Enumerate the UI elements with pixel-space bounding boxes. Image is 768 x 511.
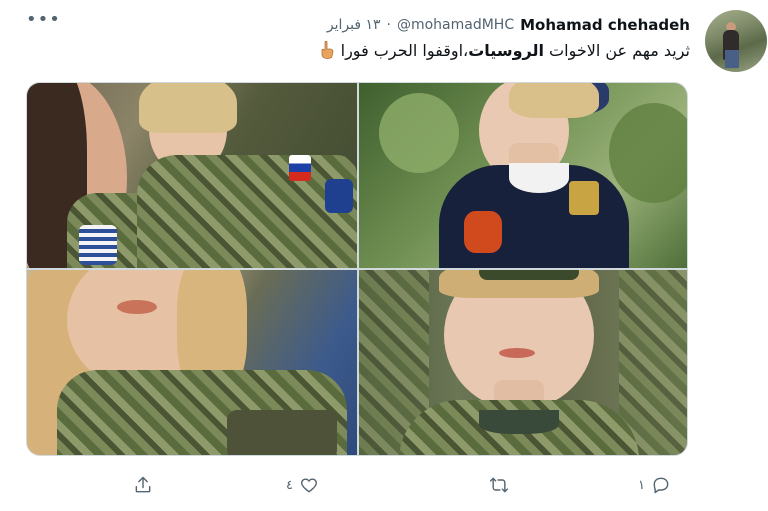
tweet-actions: ١ ٤ xyxy=(0,470,768,500)
heart-icon xyxy=(301,478,317,493)
reply-icon xyxy=(653,477,669,494)
point-down-hand-icon xyxy=(321,41,333,59)
handle[interactable]: @mohamadMHC xyxy=(397,17,514,33)
timestamp[interactable]: ١٣ فبراير xyxy=(327,17,381,33)
avatar[interactable] xyxy=(705,10,767,72)
tweet[interactable]: ••• Mohamad chehadeh @mohamadMHC · ١٣ فب… xyxy=(0,0,768,511)
photo-3[interactable] xyxy=(27,270,357,455)
like-button[interactable]: ٤ xyxy=(286,472,319,498)
photo-1[interactable] xyxy=(27,83,357,268)
retweet-icon xyxy=(489,477,509,493)
tweet-header: Mohamad chehadeh @mohamadMHC · ١٣ فبراير xyxy=(327,14,690,36)
like-count: ٤ xyxy=(286,477,293,493)
tweet-text-part1: ثريد مهم عن الاخوات xyxy=(543,41,690,60)
avatar-legs xyxy=(725,50,739,68)
tweet-text-bold: الروسيات xyxy=(468,41,544,60)
display-name[interactable]: Mohamad chehadeh xyxy=(520,16,690,34)
tweet-text: ثريد مهم عن الاخوات الروسيات،اوقفوا الحر… xyxy=(90,40,690,62)
retweet-button[interactable] xyxy=(483,472,509,498)
media-grid xyxy=(26,82,688,456)
reply-count: ١ xyxy=(638,477,645,493)
share-button[interactable] xyxy=(133,472,153,498)
reply-button[interactable]: ١ xyxy=(638,472,671,498)
photo-2[interactable] xyxy=(359,83,687,268)
separator: · xyxy=(386,17,391,33)
tweet-text-part2: ،اوقفوا الحرب فورا xyxy=(340,41,469,60)
share-icon xyxy=(135,476,151,493)
photo-4[interactable] xyxy=(359,270,687,455)
more-icon[interactable]: ••• xyxy=(26,11,60,29)
